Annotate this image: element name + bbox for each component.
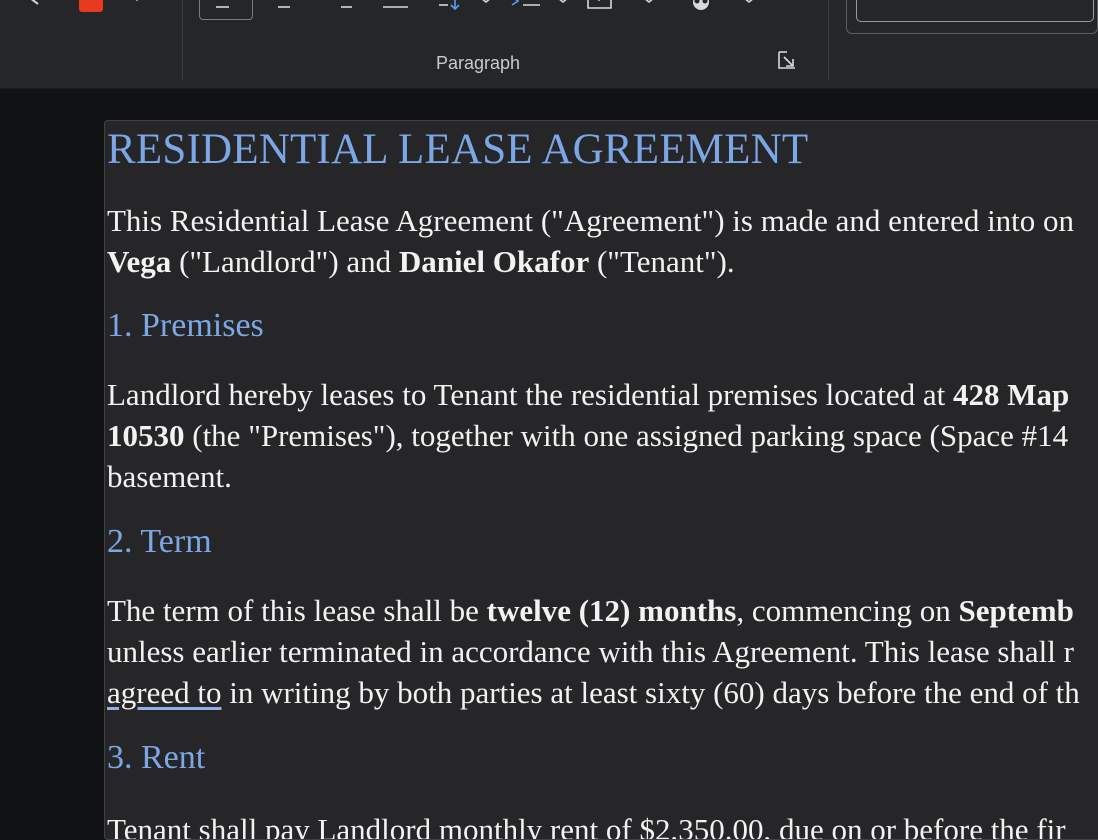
term-paragraph[interactable]: The term of this lease shall be twelve (… — [107, 590, 1080, 713]
section-heading-term[interactable]: 2. Term — [107, 523, 212, 561]
document-page[interactable]: RESIDENTIAL LEASE AGREEMENT This Residen… — [104, 120, 1098, 840]
indent-icon[interactable] — [510, 0, 544, 12]
align-right-icon[interactable] — [338, 2, 354, 10]
premises-line-2: 10530 (the "Premises"), together with on… — [107, 418, 1069, 453]
align-left-icon — [216, 6, 229, 8]
section-heading-rent[interactable]: 3. Rent — [107, 739, 205, 777]
section-heading-premises[interactable]: 1. Premises — [107, 307, 264, 345]
undo-arrow-icon[interactable] — [28, 0, 48, 8]
rent-line-1[interactable]: Tenant shall pay Landlord monthly rent o… — [107, 809, 1066, 839]
tracked-change-text[interactable]: agreed to — [107, 675, 221, 710]
justify-icon[interactable] — [382, 2, 410, 10]
premises-line-1: Landlord hereby leases to Tenant the res… — [107, 377, 1070, 412]
dropdown-arrow-icon[interactable] — [479, 0, 493, 6]
term-line-1: The term of this lease shall be twelve (… — [107, 593, 1074, 628]
borders-icon[interactable] — [586, 0, 614, 12]
dropdown-arrow-icon[interactable] — [742, 0, 756, 6]
premises-paragraph[interactable]: Landlord hereby leases to Tenant the res… — [107, 374, 1069, 497]
term-line-2: unless earlier terminated in accordance … — [107, 634, 1074, 669]
intro-line-1: This Residential Lease Agreement ("Agree… — [107, 203, 1075, 238]
style-gallery-item[interactable] — [856, 0, 1094, 22]
intro-line-2: Vega ("Landlord") and Daniel Okafor ("Te… — [107, 244, 735, 279]
dropdown-arrow-icon[interactable] — [556, 0, 570, 6]
ribbon: Paragraph — [0, 0, 1098, 89]
align-left-button[interactable] — [199, 0, 253, 20]
dropdown-arrow-icon[interactable] — [642, 0, 656, 6]
intro-paragraph[interactable]: This Residential Lease Agreement ("Agree… — [107, 200, 1074, 282]
dropdown-arrow-icon[interactable] — [130, 0, 144, 6]
premises-line-3: basement. — [107, 459, 232, 494]
align-center-icon[interactable] — [276, 2, 292, 10]
dialog-launcher-icon[interactable] — [776, 49, 798, 71]
paragraph-group-label: Paragraph — [436, 53, 521, 73]
document-title[interactable]: RESIDENTIAL LEASE AGREEMENT — [107, 125, 808, 174]
term-line-3: agreed to in writing by both parties at … — [107, 675, 1080, 710]
font-color-icon[interactable] — [78, 0, 104, 14]
ribbon-group-separator — [182, 0, 183, 80]
shading-icon[interactable] — [687, 0, 715, 16]
line-spacing-icon[interactable] — [438, 0, 464, 14]
ribbon-group-separator — [828, 0, 829, 80]
